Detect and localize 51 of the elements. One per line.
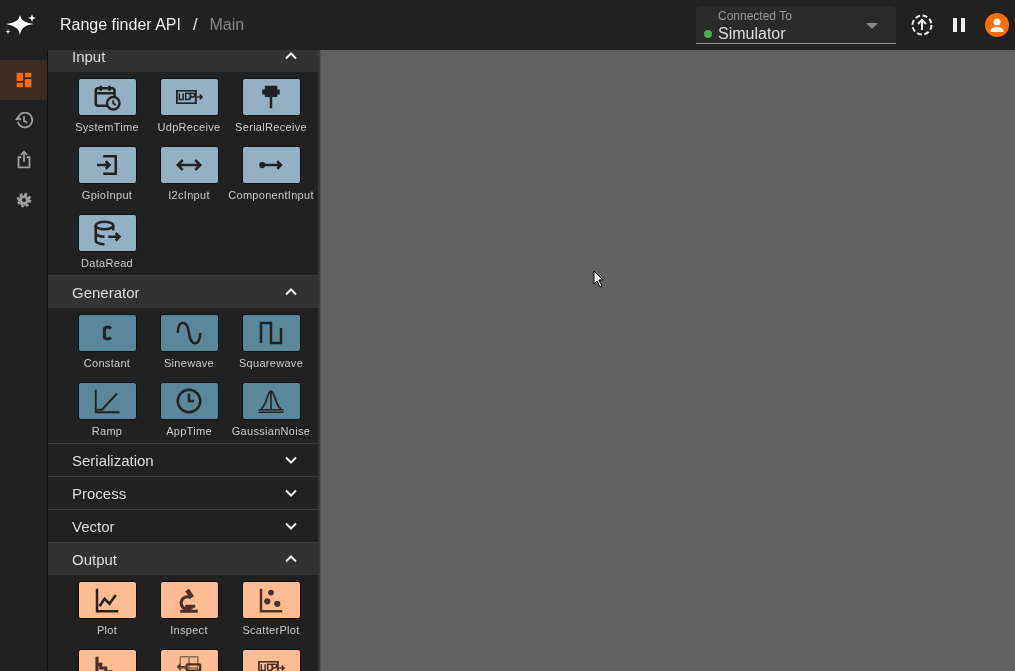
block-tile[interactable] (241, 314, 301, 352)
category-header[interactable]: Vector (48, 510, 318, 542)
block-tile[interactable] (241, 581, 301, 619)
block-label: Inspect (170, 624, 208, 636)
block-label: GaussianNoise (231, 425, 311, 437)
block-tile[interactable] (159, 581, 219, 619)
clock-icon (174, 386, 204, 416)
block-tile[interactable] (77, 146, 137, 184)
category-header[interactable]: Serialization (48, 444, 318, 476)
block-label: SerialReceive (235, 121, 307, 133)
category-header[interactable]: Process (48, 477, 318, 509)
block-label: AppTime (166, 425, 212, 437)
udp-arrow-icon (257, 661, 285, 671)
block-tile[interactable] (241, 382, 301, 420)
block-label: I2cInput (168, 189, 210, 201)
block-label: UdpReceive (157, 121, 221, 133)
user-avatar-icon[interactable] (985, 13, 1009, 37)
block-label: SystemTime (75, 121, 139, 133)
project-title[interactable]: Range finder API (60, 16, 181, 34)
block-label: ComponentInput (228, 189, 314, 201)
block-label: Squarewave (238, 357, 304, 369)
block-label: Sinewave (163, 357, 215, 369)
block-tile[interactable] (241, 146, 301, 184)
udp-arrow-icon (175, 90, 203, 104)
block-label: GpioInput (81, 189, 133, 201)
block-label: Ramp (91, 425, 123, 437)
block-tile[interactable] (159, 314, 219, 352)
block-tile[interactable] (77, 78, 137, 116)
block-tile[interactable] (77, 314, 137, 352)
block-tile[interactable] (77, 382, 137, 420)
block-tile[interactable] (159, 78, 219, 116)
block-tile[interactable] (77, 581, 137, 619)
category-header[interactable]: Output (48, 543, 318, 575)
block-tile[interactable] (241, 78, 301, 116)
category-header[interactable]: Input (48, 50, 318, 72)
block-label: Plot (96, 624, 118, 636)
database-arrow-icon (92, 218, 122, 248)
history-icon[interactable] (12, 109, 35, 131)
category-header[interactable]: Generator (48, 276, 318, 308)
mouse-pointer-icon (593, 270, 605, 288)
block-tile[interactable] (77, 214, 137, 252)
block-label: ScatterPlot (242, 624, 300, 636)
breadcrumb-separator: / (192, 16, 198, 34)
block-label: Constant (83, 357, 131, 369)
block-tile[interactable] (159, 146, 219, 184)
block-label: DataRead (81, 257, 133, 269)
connection-select[interactable]: Connected To Simulator (696, 6, 896, 44)
page-name: Main (209, 16, 245, 34)
dropdown-caret-icon (866, 23, 878, 29)
block-tile[interactable] (159, 382, 219, 420)
upload-circle-icon[interactable] (910, 13, 934, 37)
